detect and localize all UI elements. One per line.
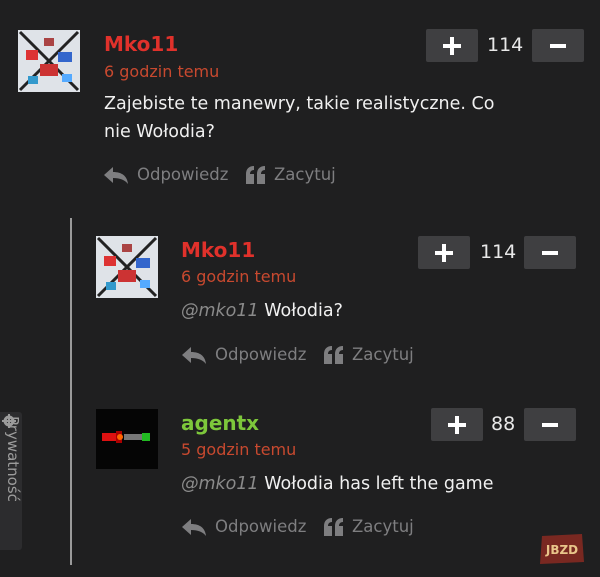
privacy-tab-content: Prywatność	[2, 414, 22, 502]
downvote-button[interactable]	[524, 408, 576, 441]
privacy-label: Prywatność	[4, 416, 22, 502]
quote-button[interactable]: Zacytuj	[324, 516, 414, 538]
plus-icon	[448, 415, 466, 434]
logo-text: JBZD	[545, 543, 578, 557]
privacy-tab[interactable]: Prywatność	[0, 412, 22, 550]
jbzd-logo: JBZD	[538, 532, 586, 566]
timestamp: 5 godzin temu	[181, 440, 297, 459]
reply-label: Odpowiedz	[215, 517, 307, 536]
reply-arrow-icon	[182, 519, 206, 536]
vote-count: 88	[491, 413, 516, 435]
avatar[interactable]	[96, 409, 158, 469]
comment-body: Wołodia has left the game	[264, 474, 494, 494]
upvote-button[interactable]	[431, 408, 483, 441]
reply-button[interactable]: Odpowiedz	[181, 516, 306, 538]
comment-reply: agentx 5 godzin temu @mko11 Wołodia has …	[0, 0, 600, 577]
quote-label: Zacytuj	[352, 517, 414, 536]
mention[interactable]: @mko11	[181, 474, 259, 494]
quote-icon	[324, 518, 343, 536]
username[interactable]: agentx	[181, 411, 259, 435]
minus-icon	[542, 422, 558, 427]
comment-text: @mko11 Wołodia has left the game	[181, 470, 494, 498]
